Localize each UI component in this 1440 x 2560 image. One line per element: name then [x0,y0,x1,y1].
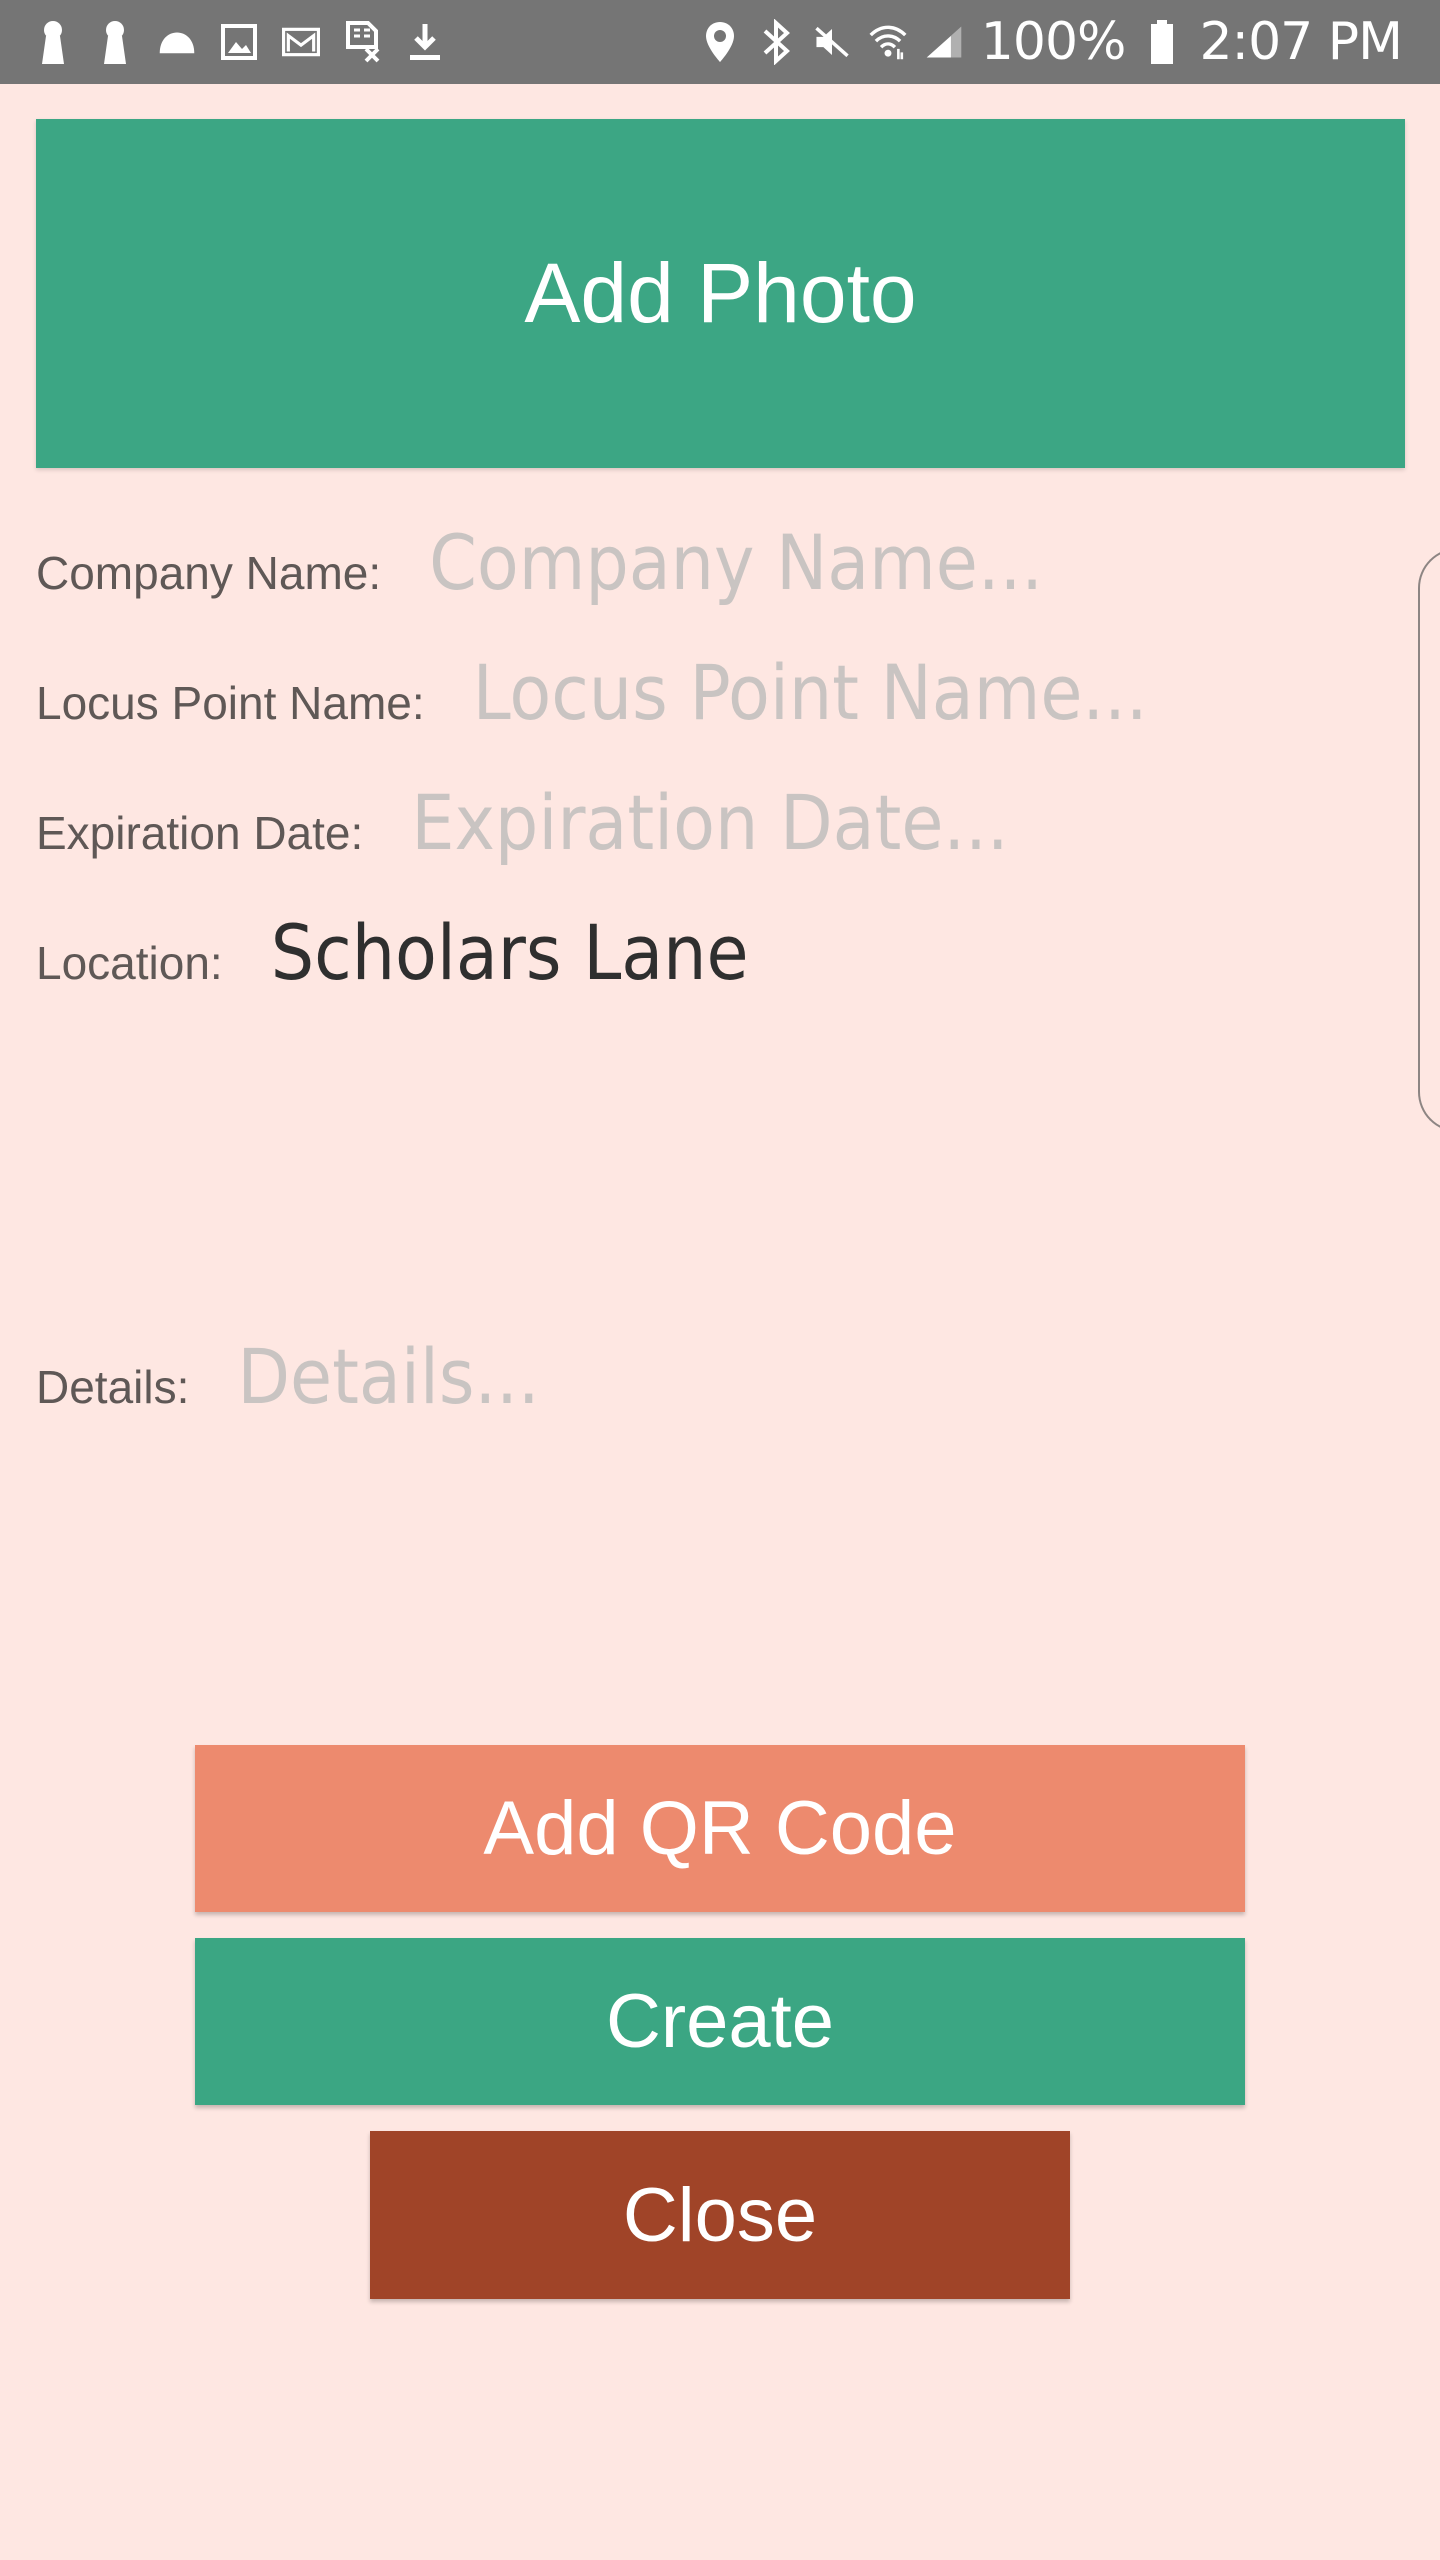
expiration-date-input[interactable]: Expiration Date... [411,778,1008,867]
company-name-input[interactable]: Company Name... [429,518,1043,607]
add-qr-code-button[interactable]: Add QR Code [195,1745,1245,1912]
add-photo-button[interactable]: Add Photo [36,119,1405,468]
battery-percent: 100% [980,12,1127,72]
details-label: Details: [36,1361,190,1413]
signal-icon [925,20,963,64]
mute-icon [813,20,851,64]
cloud-icon [158,20,196,64]
status-bar-notifications [34,18,444,66]
gmail-icon [282,20,320,64]
location-row: Location: Scholars Lane [36,908,749,997]
details-input[interactable]: Details... [237,1332,539,1421]
bluetooth-icon [757,19,795,65]
keyhole-icon [34,20,72,64]
location-value[interactable]: Scholars Lane [271,908,749,997]
download-icon [406,20,444,64]
status-bar-system: 100% 2:07 PM [701,10,1403,74]
location-label: Location: [36,937,223,989]
details-row: Details: Details... [36,1332,540,1421]
expiration-date-label: Expiration Date: [36,807,364,859]
image-icon [220,20,258,64]
status-bar: 100% 2:07 PM [0,0,1440,84]
sim-off-icon [344,20,382,64]
locus-point-label: Locus Point Name: [36,677,425,729]
locus-point-row: Locus Point Name: Locus Point Name... [36,648,1148,737]
company-name-label: Company Name: [36,547,382,599]
company-name-row: Company Name: Company Name... [36,518,1043,607]
expiration-date-row: Expiration Date: Expiration Date... [36,778,1009,867]
wifi-icon [869,20,907,64]
location-pin-icon [701,20,739,64]
clock: 2:07 PM [1199,12,1403,72]
battery-icon [1143,20,1181,64]
locus-point-input[interactable]: Locus Point Name... [473,648,1148,737]
close-button[interactable]: Close [370,2131,1070,2299]
keyhole-icon [96,20,134,64]
side-panel-edge [1418,548,1440,1132]
create-button[interactable]: Create [195,1938,1245,2105]
